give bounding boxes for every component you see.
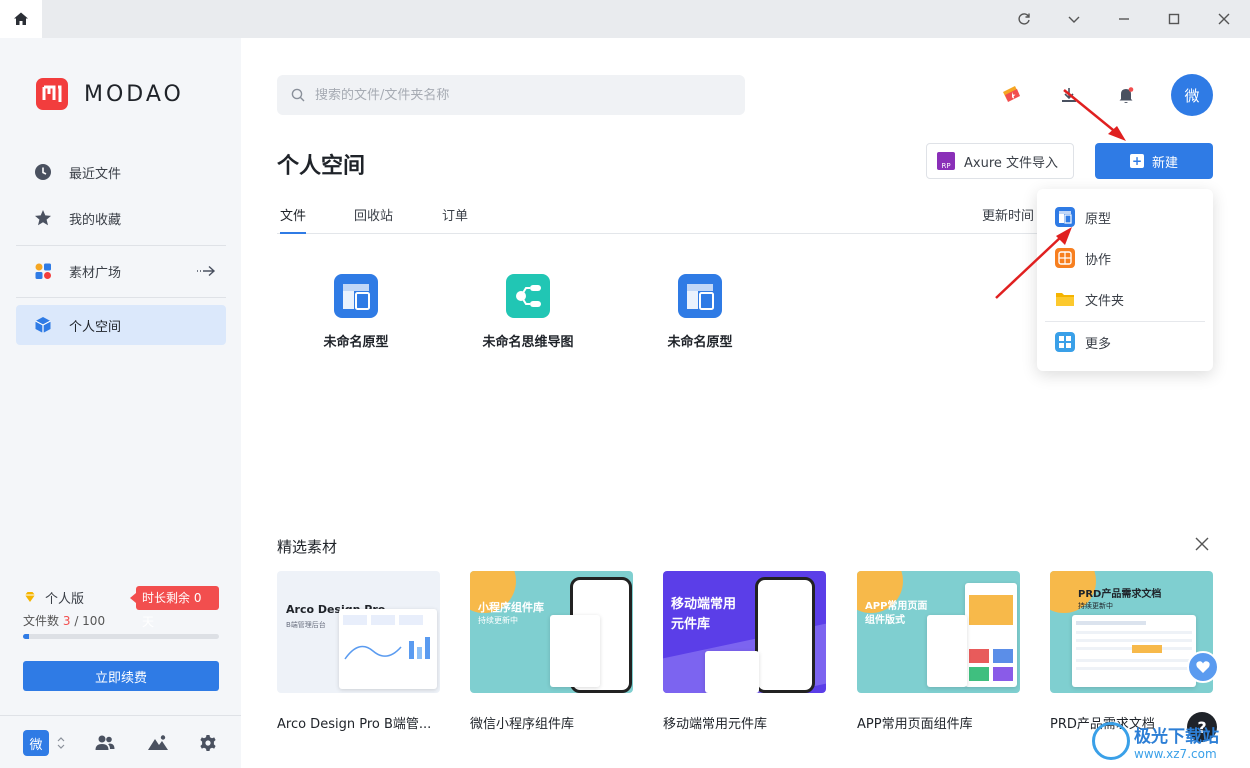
thumbnail-title-line2: 组件版式 [865,615,905,626]
featured-name: Arco Design Pro B端管... [277,717,432,732]
thumbnail-dashboard [339,609,437,689]
featured-thumbnail: 移动端常用 元件库 [663,571,826,693]
watermark-url: www.xz7.com [1134,746,1217,761]
featured-card[interactable]: 小程序组件库 持续更新中 微信小程序组件库 [470,571,633,732]
thumbnail-panel [927,615,967,687]
featured-thumbnail: APP常用页面 组件版式 [857,571,1020,693]
thumbnail-document [1072,615,1196,687]
featured-name: 微信小程序组件库 [470,717,575,732]
featured-card[interactable]: PRD产品需求文档 持续更新中 PRD产品需求文档 [1050,571,1213,732]
thumbnail-phone [755,577,815,693]
featured-thumbnail: 小程序组件库 持续更新中 [470,571,633,693]
thumbnail-panel [550,615,600,687]
chat-heart-icon [1196,661,1210,673]
watermark-title: 极光下载站 [1134,726,1219,747]
thumbnail-panel [965,583,1017,687]
featured-name: 移动端常用元件库 [663,717,768,732]
featured-thumbnail: Arco Design Pro B端管理后台 [277,571,440,693]
thumbnail-title-line2: 元件库 [671,617,711,632]
featured-card[interactable]: Arco Design Pro B端管理后台 Arco Design Pro B… [277,571,440,732]
featured-close-button[interactable] [1192,534,1212,554]
watermark-logo-icon [1092,722,1130,760]
thumbnail-title: 移动端常用 [671,597,737,612]
close-icon [1195,537,1209,551]
thumbnail-subtitle: 持续更新中 [1078,602,1113,610]
arrow-to-prototype [995,235,1063,299]
feedback-float-button[interactable] [1187,651,1219,683]
thumbnail-subtitle: 持续更新中 [478,616,518,625]
featured-card[interactable]: APP常用页面 组件版式 APP常用页面组件库 [857,571,1020,732]
arrow-to-new-button [1063,89,1119,135]
featured-section-title: 精选素材 [277,538,338,556]
thumbnail-panel [705,651,759,693]
featured-name: APP常用页面组件库 [857,717,973,732]
thumbnail-title: APP常用页面 [865,601,928,612]
thumbnail-title: PRD产品需求文档 [1078,589,1162,600]
thumbnail-subtitle: B端管理后台 [286,621,326,629]
thumbnail-title: 小程序组件库 [478,601,544,614]
arrow-to-prototype-head [1056,227,1072,245]
site-watermark: 极光下载站 www.xz7.com [1092,718,1242,764]
featured-card[interactable]: 移动端常用 元件库 移动端常用元件库 [663,571,826,732]
